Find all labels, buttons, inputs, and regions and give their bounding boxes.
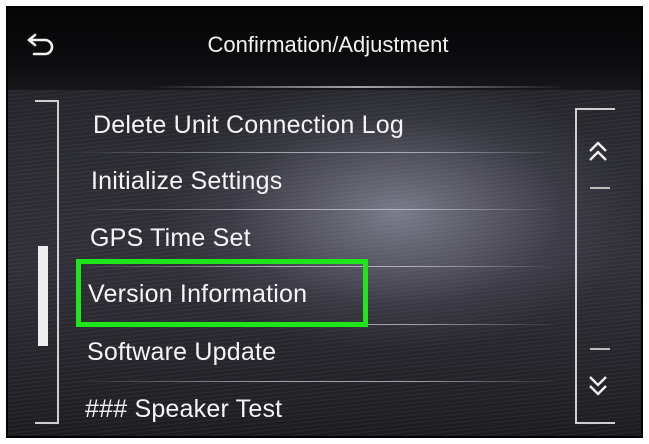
- menu-item-label: Delete Unit Connection Log: [93, 110, 404, 139]
- display-bezel: Confirmation/Adjustment Delete Unit Conn…: [6, 6, 643, 438]
- rail-divider: [590, 187, 610, 189]
- page-title: Confirmation/Adjustment: [207, 32, 449, 57]
- menu-item-label: GPS Time Set: [90, 223, 251, 252]
- rail-divider: [590, 348, 610, 350]
- back-arrow-icon: [27, 33, 54, 56]
- menu-item-initialize-settings[interactable]: Initialize Settings: [63, 152, 568, 210]
- photo-frame: Confirmation/Adjustment Delete Unit Conn…: [0, 0, 649, 444]
- title-bar: Confirmation/Adjustment: [8, 8, 641, 90]
- back-button[interactable]: [18, 24, 64, 64]
- menu-item-label: Software Update: [87, 337, 277, 366]
- title-divider: [148, 86, 568, 88]
- menu-item-speaker-test[interactable]: ### Speaker Test: [63, 380, 568, 436]
- page-up-button[interactable]: [578, 130, 618, 174]
- menu-item-label: Initialize Settings: [91, 166, 283, 195]
- menu-item-delete-unit-connection-log[interactable]: Delete Unit Connection Log: [63, 96, 568, 154]
- selection-highlight-box: [76, 259, 368, 327]
- menu-item-label: ### Speaker Test: [85, 394, 283, 423]
- double-chevron-up-icon: [589, 141, 607, 161]
- page-down-button[interactable]: [578, 363, 618, 407]
- double-chevron-down-icon: [589, 376, 607, 396]
- scrollbar-thumb[interactable]: [38, 246, 48, 346]
- infotainment-screen: Confirmation/Adjustment Delete Unit Conn…: [8, 8, 641, 436]
- menu-item-software-update[interactable]: Software Update: [63, 323, 568, 381]
